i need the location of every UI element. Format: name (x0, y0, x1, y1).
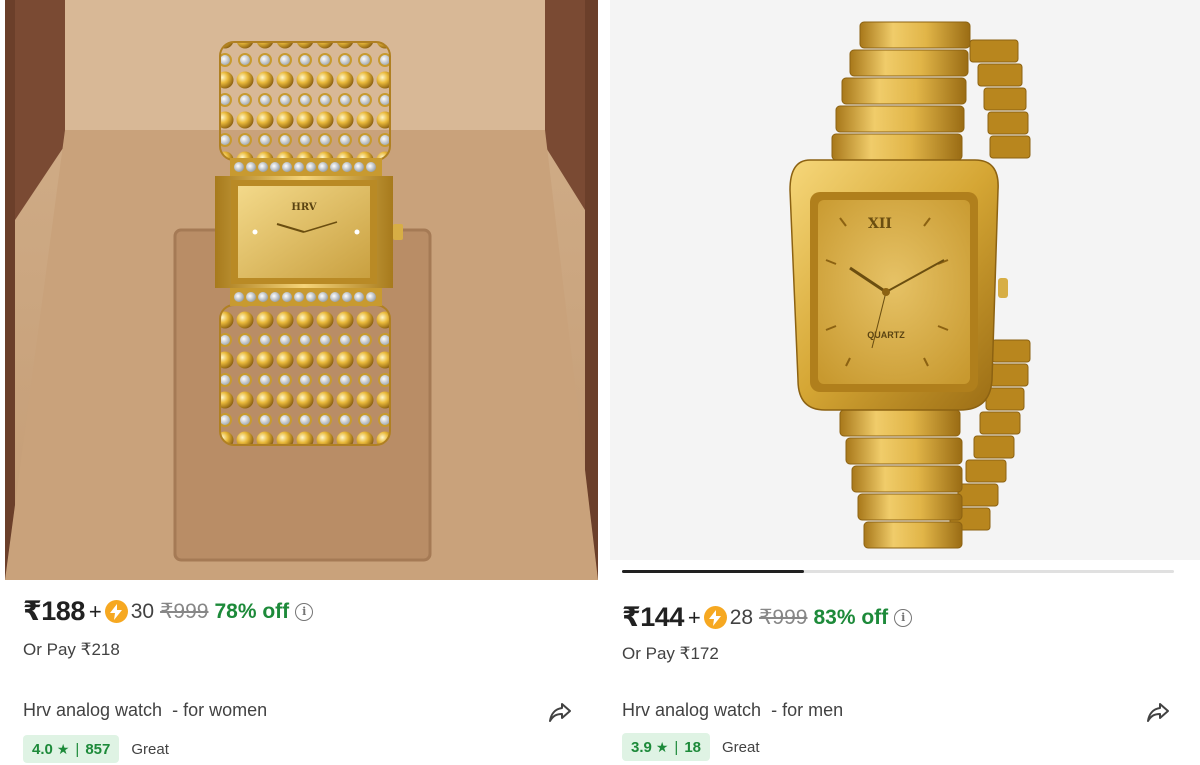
selling-price: ₹188 (23, 596, 85, 626)
discount-percent: 83% off (813, 605, 889, 629)
rating-row: 4.0 ★ | 857 Great (23, 735, 169, 763)
rating-value: 3.9 (631, 738, 652, 756)
rating-separator: | (75, 740, 80, 758)
rating-label: Great (722, 738, 760, 756)
star-icon: ★ (655, 738, 669, 755)
plus-sign: + (687, 604, 701, 630)
share-icon[interactable] (1144, 698, 1172, 726)
carousel-progress (622, 570, 805, 573)
selling-price: ₹144 (622, 602, 684, 632)
review-count: 857 (85, 740, 111, 758)
product-image-women[interactable]: HRV (5, 0, 598, 580)
price-row: ₹144 + 28 ₹999 83% off i (622, 602, 913, 633)
mrp-price: ₹999 (160, 600, 209, 623)
watch-image-men: XII QUARTZ (610, 0, 1200, 560)
rating-badge[interactable]: 3.9 ★ | 18 (622, 733, 711, 761)
rating-value: 4.0 (32, 740, 53, 758)
rating-label: Great (131, 740, 169, 758)
svg-text:HRV: HRV (291, 202, 316, 213)
info-icon[interactable]: i (894, 608, 913, 627)
share-icon[interactable] (546, 698, 574, 726)
or-pay-price: Or Pay ₹172 (622, 644, 719, 663)
lightning-coin-icon (703, 606, 727, 629)
plus-sign: + (88, 598, 102, 624)
svg-text:QUARTZ: QUARTZ (867, 330, 905, 340)
product-card-men[interactable]: XII QUARTZ ₹144 + 28 ₹999 83% off i Or P… (610, 0, 1200, 765)
watch-image-women: HRV (5, 0, 598, 580)
or-pay-price: Or Pay ₹218 (23, 640, 120, 659)
discount-percent: 78% off (214, 599, 290, 623)
rating-badge[interactable]: 4.0 ★ | 857 (23, 735, 120, 763)
product-card-women[interactable]: HRV ₹188 + 30 ₹999 78% off i Or Pay ₹218… (0, 0, 600, 765)
supercoins-amount: 28 (729, 605, 754, 629)
lightning-coin-icon (104, 600, 128, 623)
rating-row: 3.9 ★ | 18 Great (622, 733, 760, 761)
info-icon[interactable]: i (295, 602, 314, 621)
image-carousel-indicator[interactable] (622, 570, 1174, 573)
price-row: ₹188 + 30 ₹999 78% off i (23, 596, 314, 627)
mrp-price: ₹999 (759, 606, 808, 629)
star-icon: ★ (56, 740, 70, 757)
svg-text:XII: XII (868, 216, 892, 232)
review-count: 18 (684, 738, 702, 756)
product-image-men[interactable]: XII QUARTZ (610, 0, 1200, 560)
supercoins-amount: 30 (130, 599, 155, 623)
rating-separator: | (674, 738, 679, 756)
product-title[interactable]: Hrv analog watch - for men (622, 700, 843, 721)
product-title[interactable]: Hrv analog watch - for women (23, 700, 267, 721)
